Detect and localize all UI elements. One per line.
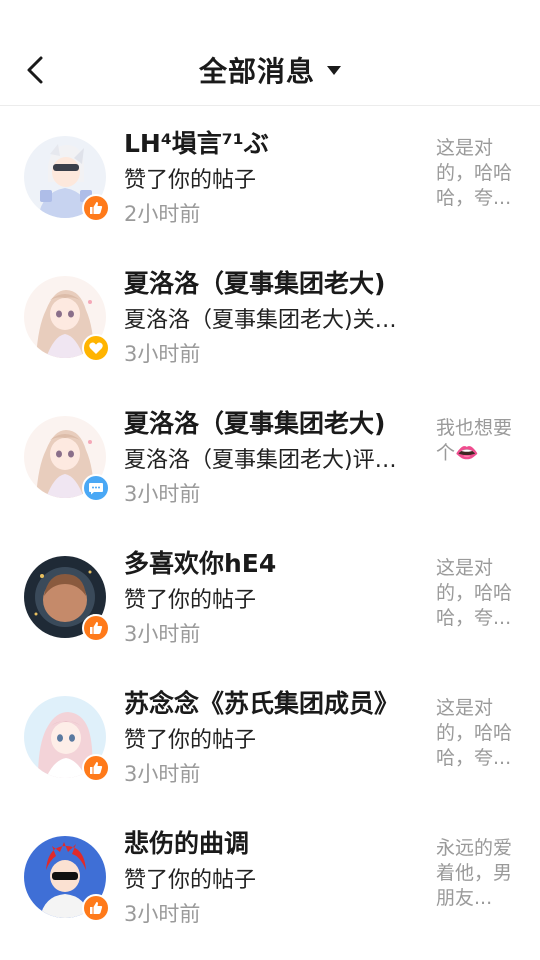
- user-name[interactable]: 苏念念《苏氏集团成员》: [124, 684, 424, 720]
- notification-item[interactable]: LH⁴塤言⁷¹ぶ 赞了你的帖子 2小时前 这是对的，哈哈哈，夸...: [0, 106, 540, 246]
- notification-item[interactable]: 悲伤的曲调 赞了你的帖子 3小时前 永远的爱着他，男朋友...: [0, 806, 540, 946]
- user-name[interactable]: LH⁴塤言⁷¹ぶ: [124, 124, 424, 160]
- action-text: 赞了你的帖子: [124, 728, 257, 753]
- timestamp: 3小时前: [124, 482, 201, 506]
- chat-bubble-icon: [89, 483, 103, 495]
- comment-badge: [82, 474, 110, 502]
- avatar-container[interactable]: [24, 836, 110, 922]
- like-badge: [82, 194, 110, 222]
- thumbs-up-icon: [90, 622, 103, 634]
- action-text: 赞了你的帖子: [124, 868, 257, 893]
- user-name[interactable]: 悲伤的曲调: [124, 824, 424, 860]
- follow-badge: [82, 334, 110, 362]
- like-badge: [82, 894, 110, 922]
- timestamp: 3小时前: [124, 342, 201, 366]
- thumbs-up-icon: [90, 902, 103, 914]
- notification-item[interactable]: 夏洛洛（夏事集团老大) 夏洛洛（夏事集团老大)评论了你 3小时前 我也想要个👄: [0, 386, 540, 526]
- post-preview[interactable]: 这是对的，哈哈哈，夸...: [436, 696, 526, 771]
- timestamp: 3小时前: [124, 762, 201, 786]
- avatar-container[interactable]: [24, 276, 110, 362]
- user-name[interactable]: 夏洛洛（夏事集团老大): [124, 264, 424, 300]
- action-text: 夏洛洛（夏事集团老大)评论了你: [124, 448, 416, 473]
- avatar-container[interactable]: [24, 696, 110, 782]
- timestamp: 3小时前: [124, 902, 201, 926]
- caret-down-icon: [327, 65, 341, 75]
- like-badge: [82, 754, 110, 782]
- thumbs-up-icon: [90, 202, 103, 214]
- user-name[interactable]: 多喜欢你hE4: [124, 544, 424, 580]
- action-text: 赞了你的帖子: [124, 588, 257, 613]
- notification-item[interactable]: 多喜欢你hE4 赞了你的帖子 3小时前 这是对的，哈哈哈，夸...: [0, 526, 540, 666]
- page-title: 全部消息: [198, 55, 315, 88]
- like-badge: [82, 614, 110, 642]
- avatar-container[interactable]: [24, 556, 110, 642]
- top-bar: 全部消息: [0, 0, 540, 106]
- action-text: 夏洛洛（夏事集团老大)关注了你: [124, 308, 416, 333]
- avatar-container[interactable]: [24, 136, 110, 222]
- comment-preview[interactable]: 我也想要个👄: [436, 416, 526, 466]
- timestamp: 2小时前: [124, 202, 201, 226]
- post-preview[interactable]: 这是对的，哈哈哈，夸...: [436, 136, 526, 211]
- avatar-container[interactable]: [24, 416, 110, 502]
- notification-list: LH⁴塤言⁷¹ぶ 赞了你的帖子 2小时前 这是对的，哈哈哈，夸... 夏洛洛（夏…: [0, 106, 540, 946]
- heart-icon: [89, 342, 103, 354]
- post-preview[interactable]: 这是对的，哈哈哈，夸...: [436, 556, 526, 631]
- timestamp: 3小时前: [124, 622, 201, 646]
- user-name[interactable]: 夏洛洛（夏事集团老大): [124, 404, 424, 440]
- notification-item[interactable]: 苏念念《苏氏集团成员》 赞了你的帖子 3小时前 这是对的，哈哈哈，夸...: [0, 666, 540, 806]
- action-text: 赞了你的帖子: [124, 168, 257, 193]
- comment-preview[interactable]: 永远的爱着他，男朋友...: [436, 836, 526, 911]
- thumbs-up-icon: [90, 762, 103, 774]
- notification-item[interactable]: 夏洛洛（夏事集团老大) 夏洛洛（夏事集团老大)关注了你 3小时前: [0, 246, 540, 386]
- title-dropdown[interactable]: 全部消息: [0, 50, 540, 90]
